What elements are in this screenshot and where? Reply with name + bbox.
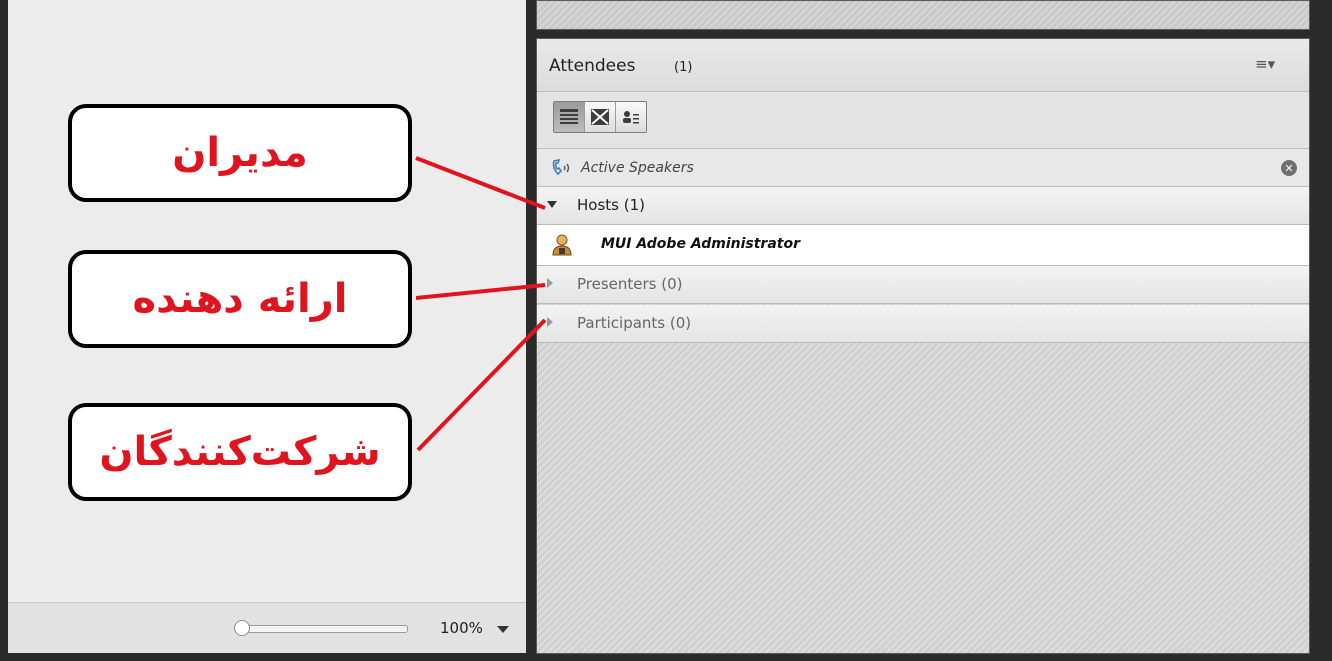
active-speakers-bar: Active Speakers ✕: [537, 149, 1309, 187]
attendees-pod: Attendees (1) ≡▾ Active Speakers ✕ Hosts…: [536, 38, 1310, 654]
section-hosts[interactable]: Hosts (1): [537, 187, 1309, 225]
section-presenters[interactable]: Presenters (0): [537, 266, 1309, 304]
grid-icon: [591, 109, 609, 125]
attendees-count: (1): [674, 60, 693, 75]
section-participants-label: Participants (0): [577, 314, 692, 332]
phone-speaker-icon: [552, 158, 570, 176]
list-icon: [560, 109, 578, 124]
triangle-down-icon: [547, 201, 557, 208]
view-toolbar: [537, 92, 1309, 149]
attendee-row[interactable]: MUI Adobe Administrator: [537, 225, 1309, 266]
zoom-slider-handle[interactable]: [234, 620, 250, 636]
view-switcher: [553, 101, 647, 133]
chevron-down-icon[interactable]: [497, 626, 509, 633]
attendees-title: Attendees: [549, 56, 636, 76]
attendees-header: Attendees (1) ≡▾: [537, 39, 1309, 92]
callout-participants: شرکت‌کنندگان: [68, 403, 412, 501]
callout-presenters-label: ارائه دهنده: [132, 276, 348, 322]
triangle-right-icon: [547, 317, 553, 327]
pod-menu-icon[interactable]: ≡▾: [1255, 55, 1275, 73]
section-hosts-label: Hosts (1): [577, 196, 645, 214]
section-presenters-label: Presenters (0): [577, 275, 683, 293]
triangle-right-icon: [547, 278, 553, 288]
zoom-level-label[interactable]: 100%: [440, 619, 483, 637]
user-list-icon: [623, 111, 639, 124]
host-user-icon: [552, 234, 572, 256]
top-pod: [536, 0, 1310, 30]
callout-hosts-label: مدیران: [172, 130, 308, 176]
list-view-button[interactable]: [554, 102, 585, 132]
grid-view-button[interactable]: [585, 102, 616, 132]
active-speakers-label: Active Speakers: [581, 160, 694, 176]
callout-presenters: ارائه دهنده: [68, 250, 412, 348]
close-icon[interactable]: ✕: [1281, 160, 1297, 176]
zoom-bar: 100%: [8, 602, 526, 653]
zoom-slider-track[interactable]: [236, 625, 408, 633]
attendee-name: MUI Adobe Administrator: [601, 236, 800, 252]
status-view-button[interactable]: [616, 102, 646, 132]
section-participants[interactable]: Participants (0): [537, 305, 1309, 343]
callout-participants-label: شرکت‌کنندگان: [99, 429, 381, 475]
callout-hosts: مدیران: [68, 104, 412, 202]
